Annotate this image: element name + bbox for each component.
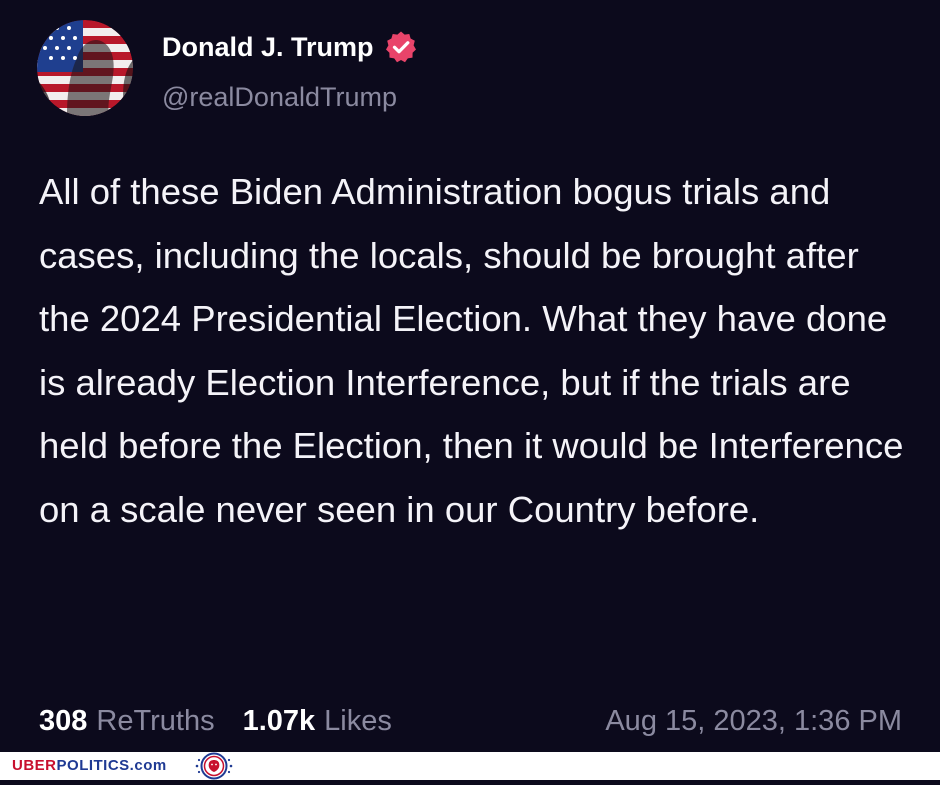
likes-stat[interactable]: 1.07k Likes bbox=[243, 705, 392, 738]
retruths-count: 308 bbox=[39, 704, 88, 737]
likes-count: 1.07k bbox=[242, 704, 316, 737]
avatar[interactable] bbox=[37, 20, 133, 116]
display-name[interactable]: Donald J. Trump bbox=[162, 30, 374, 64]
user-handle[interactable]: @realDonaldTrump bbox=[162, 80, 397, 114]
author-name-row: Donald J. Trump bbox=[162, 30, 418, 64]
retruths-stat[interactable]: 308 ReTruths bbox=[39, 705, 215, 738]
truth-post: Donald J. Trump @realDonaldTrump All of … bbox=[0, 0, 940, 752]
retruths-label: ReTruths bbox=[96, 704, 215, 737]
post-text: All of these Biden Administration bogus … bbox=[39, 171, 904, 530]
watermark-footer: UBERPOLITICS.com bbox=[0, 752, 940, 780]
post-stats: 308 ReTruths 1.07k Likes bbox=[39, 700, 392, 742]
avatar-flag-portrait-icon bbox=[37, 20, 133, 116]
brand-politics: POLITICS.com bbox=[56, 757, 167, 774]
post-timestamp[interactable]: Aug 15, 2023, 1:36 PM bbox=[605, 700, 902, 742]
likes-label: Likes bbox=[324, 704, 392, 737]
brand-uber: UBER bbox=[12, 757, 57, 774]
verified-badge-icon bbox=[384, 30, 418, 64]
uberpolitics-lion-logo-icon bbox=[191, 752, 237, 780]
footer-brand: UBERPOLITICS.com bbox=[12, 756, 167, 776]
